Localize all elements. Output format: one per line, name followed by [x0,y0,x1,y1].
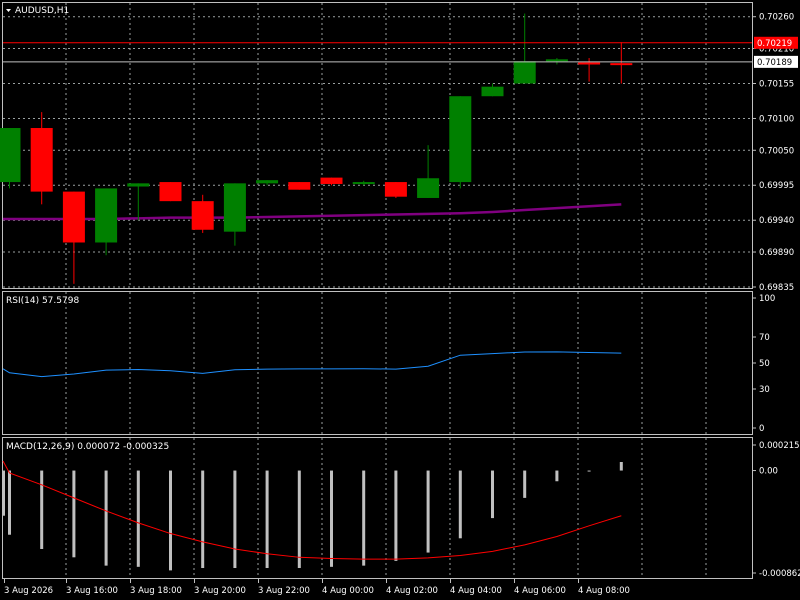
candle-body [95,188,118,243]
candle-body [481,86,504,97]
macd-histogram-bar [458,470,462,539]
macd-tick-label: 0.000215 [759,441,800,451]
dropdown-triangle-icon[interactable] [6,9,11,12]
macd-histogram-bar [619,461,623,471]
chart-canvas[interactable]: 0.702600.702100.701550.701000.700500.699… [0,0,800,600]
macd-histogram-bar [8,470,11,535]
macd-histogram-bar [136,470,140,567]
candle-body [288,182,311,190]
grid-lines [3,3,752,578]
time-tick-label: 4 Aug 00:00 [322,586,374,596]
candle-body [320,177,343,184]
rsi-label: RSI(14) 57.5798 [6,296,79,306]
macd-histogram-bar [330,470,333,567]
macd-histogram-bar [587,470,591,472]
time-tick-label: 4 Aug 04:00 [450,586,502,596]
macd-histogram-bar [426,470,430,553]
price-tick-label: 0.70155 [759,79,794,89]
macd-histogram-bar [362,470,366,566]
macd-histogram-bar [104,470,108,566]
candle-body [352,182,375,185]
candle-body [449,96,472,183]
candle-body [0,128,21,183]
time-tick-label: 3 Aug 18:00 [130,586,182,596]
macd-histogram-bar [233,470,237,569]
rsi-tick-label: 0 [759,424,764,434]
candle-body [545,59,568,62]
price-tick-label: 0.69995 [759,181,794,191]
macd-histogram-bar [72,470,76,558]
macd-tick-label: 0.00 [759,467,778,477]
rsi-tick-label: 70 [759,333,770,343]
price-tick-label: 0.70100 [759,114,794,124]
time-tick-label: 3 Aug 16:00 [66,586,118,596]
candle-body [578,62,601,65]
rsi-tick-label: 50 [759,359,770,369]
candle-body [513,61,536,84]
time-tick-label: 4 Aug 02:00 [386,586,438,596]
candle-body [30,128,53,192]
time-tick-label: 3 Aug 20:00 [194,586,246,596]
price-tick-label: 0.70260 [759,13,794,23]
candle-body [127,183,150,187]
bid-price-label: 0.70189 [757,58,792,68]
macd-histogram-bar [523,470,527,498]
time-tick-label: 3 Aug 2026 [4,586,53,596]
macd-histogram-bar [491,470,494,519]
rsi-tick-label: 30 [759,385,770,395]
time-tick-label: 3 Aug 22:00 [258,586,310,596]
price-tick-label: 0.69835 [759,283,794,293]
candle-body [417,178,440,198]
rsi-tick-label: 100 [759,294,775,304]
candle-body [159,182,182,202]
macd-histogram-bar [394,470,398,561]
rsi-panel[interactable] [2,291,753,435]
candle-body [223,183,246,232]
macd-histogram-bar [40,470,44,549]
macd-histogram-bar [169,470,172,571]
time-tick-label: 4 Aug 08:00 [578,586,630,596]
candles-layer [0,13,633,284]
price-tick-label: 0.70050 [759,146,794,156]
macd-layer [2,460,623,571]
macd-panel[interactable] [2,437,753,579]
candle-body [191,201,214,230]
candle-body [256,180,279,184]
macd-histogram-bar [201,470,205,569]
rsi-layer [2,351,622,378]
candle-body [610,63,633,66]
price-tick-label: 0.69940 [759,216,794,226]
macd-tick-label: -0.000862 [759,569,800,579]
ask-price-label: 0.70219 [757,39,792,49]
price-lines-layer [3,42,752,63]
main-price-panel[interactable] [2,2,753,289]
macd-label: MACD(12,26,9) 0.000072 -0.000325 [6,442,169,452]
macd-histogram-bar [297,470,301,569]
macd-histogram-bar [555,470,559,482]
candle-body [62,191,85,243]
macd-histogram-bar [2,470,5,516]
price-tick-label: 0.69890 [759,248,794,258]
axes-layer: 0.702600.702100.701550.701000.700500.699… [4,13,800,596]
chart-title: AUDUSD,H1 [15,6,69,16]
rsi-line [2,351,622,378]
macd-signal-line [2,460,622,560]
time-tick-label: 4 Aug 06:00 [514,586,566,596]
candle-body [384,182,407,197]
